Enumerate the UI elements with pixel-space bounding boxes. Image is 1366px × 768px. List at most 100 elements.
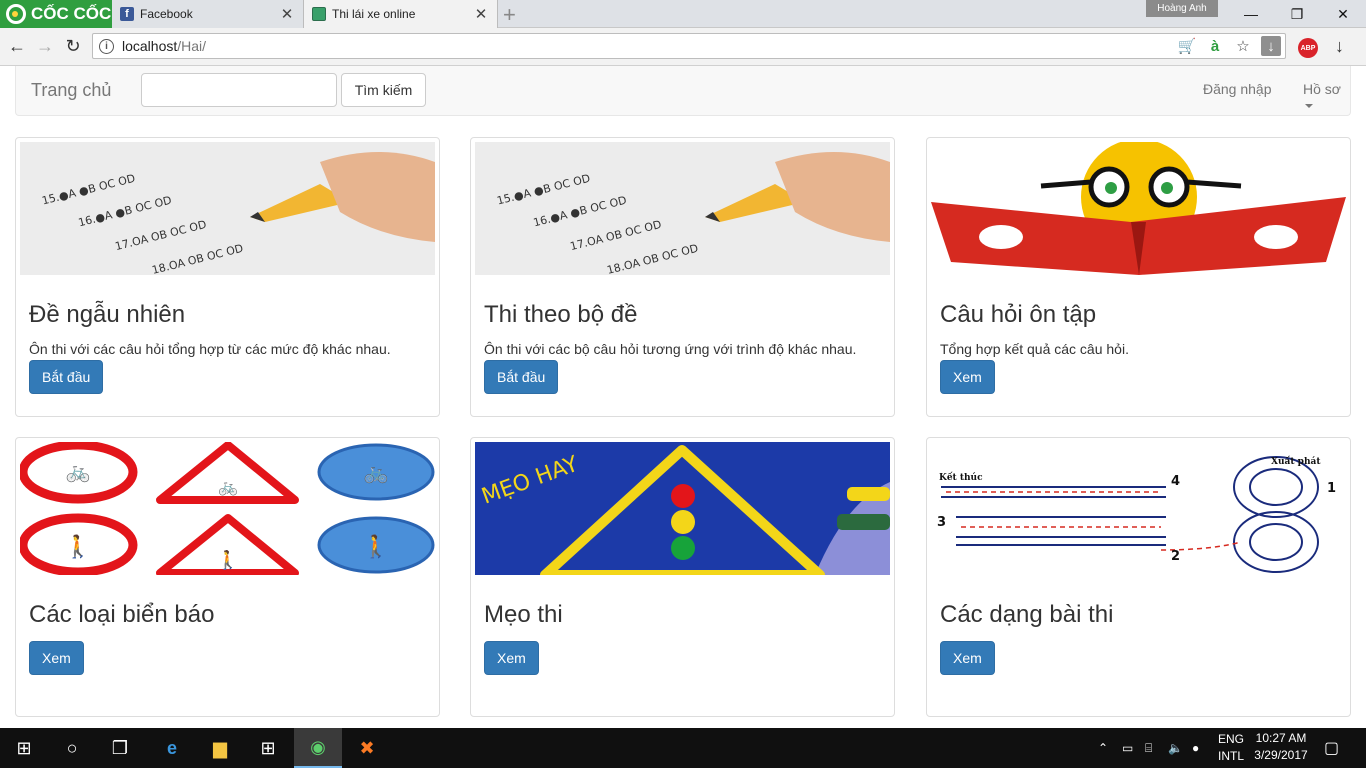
view-button[interactable]: Xem xyxy=(29,641,84,675)
card-title: Thi theo bộ đề xyxy=(484,301,638,328)
view-button[interactable]: Xem xyxy=(484,641,539,675)
card-title: Các dạng bài thi xyxy=(940,601,1114,628)
notifications-icon[interactable]: ▢ xyxy=(1324,728,1339,768)
card-traffic-signs: 🚲 🚲 🚲 🚶 🚶 🚶 Các loại biển báo Xem xyxy=(15,437,440,717)
tab-title: Facebook xyxy=(140,7,193,21)
svg-text:2: 2 xyxy=(1171,549,1180,564)
store-icon[interactable]: ⊞ xyxy=(244,728,292,768)
bookmark-star-icon[interactable]: ☆ xyxy=(1233,36,1253,56)
browser-brand-label: CỐC CỐC xyxy=(31,4,112,23)
downloads-icon[interactable]: ↓ xyxy=(1335,36,1344,57)
minimize-icon[interactable]: — xyxy=(1228,0,1274,28)
file-explorer-icon[interactable]: ▆ xyxy=(196,728,244,768)
edge-browser-icon[interactable]: e xyxy=(148,728,196,768)
profile-user-chip[interactable]: Hoàng Anh xyxy=(1146,0,1218,17)
profile-dropdown-label: Hồ sơ xyxy=(1303,81,1341,97)
system-clock[interactable]: 10:27 AM 3/29/2017 xyxy=(1248,730,1314,764)
exam-tips-image: MẸO HAY xyxy=(475,442,890,575)
card-description: Ôn thi với các bộ câu hỏi tương ứng với … xyxy=(484,341,857,357)
svg-text:4: 4 xyxy=(1171,474,1180,489)
card-title: Các loại biển báo xyxy=(29,601,215,628)
keyboard-layout: INTL xyxy=(1217,749,1244,763)
reload-icon[interactable]: ↻ xyxy=(62,35,84,57)
card-description: Tổng hợp kết quả các câu hỏi. xyxy=(940,341,1129,357)
adblock-plus-icon[interactable]: ABP xyxy=(1298,38,1318,58)
input-language[interactable]: ENG INTL xyxy=(1214,731,1248,765)
card-exam-sets: 15.●A ●B OC OD 16.●A ●B OC OD 17.OA OB O… xyxy=(470,137,895,417)
start-button[interactable]: Bắt đầu xyxy=(29,360,104,394)
tab-close-icon[interactable]: ✕ xyxy=(279,5,295,23)
clock-date: 3/29/2017 xyxy=(1254,748,1308,762)
cortana-search-icon[interactable]: ○ xyxy=(48,728,96,768)
weather-icon[interactable]: ● xyxy=(1192,728,1199,768)
xampp-icon[interactable]: ✖ xyxy=(343,728,391,768)
browser-tab-strip: CỐC CỐC f Facebook ✕ Thi lái xe online ✕… xyxy=(0,0,1366,28)
coccoc-browser-icon[interactable]: ◉ xyxy=(294,728,342,768)
volume-icon[interactable]: 🔈 xyxy=(1168,728,1183,768)
page-content: Trang chủ Tìm kiếm Đăng nhập Hồ sơ 15.●A… xyxy=(0,66,1366,728)
svg-text:🚲: 🚲 xyxy=(364,460,389,484)
card-title: Đề ngẫu nhiên xyxy=(29,301,186,328)
svg-text:🚲: 🚲 xyxy=(66,459,91,483)
card-title: Câu hỏi ôn tập xyxy=(940,301,1097,328)
url-host: localhost xyxy=(122,38,178,54)
back-arrow-icon[interactable]: ← xyxy=(6,35,28,57)
forward-arrow-icon[interactable]: → xyxy=(34,35,56,57)
clock-time: 10:27 AM xyxy=(1255,731,1307,745)
browser-toolbar: ← → ↻ i localhost/Hai/ 🛒 à ☆ ↓ ABP ↓ xyxy=(0,28,1366,66)
card-description: Ôn thi với các câu hỏi tổng hợp từ các m… xyxy=(29,341,391,357)
vietnamese-input-icon[interactable]: à xyxy=(1205,36,1225,56)
restore-icon[interactable]: ❐ xyxy=(1274,0,1320,28)
start-button[interactable]: Bắt đầu xyxy=(484,360,559,394)
task-view-icon[interactable]: ❐ xyxy=(96,728,144,768)
answer-sheet-image: 15.●A ●B OC OD 16.●A ●B OC OD 17.OA OB O… xyxy=(20,142,435,275)
search-input[interactable] xyxy=(141,73,337,107)
facebook-favicon-icon: f xyxy=(120,7,134,21)
window-close-icon[interactable]: ✕ xyxy=(1320,0,1366,28)
language-code: ENG xyxy=(1217,732,1244,746)
coccoc-logo-icon xyxy=(6,4,26,24)
battery-icon[interactable]: ▭ xyxy=(1122,728,1133,768)
driving-course-image: Kết thúc Xuất phát 1 2 3 4 xyxy=(931,442,1346,575)
tab-thi-lai-xe[interactable]: Thi lái xe online ✕ xyxy=(304,0,498,28)
caret-down-icon xyxy=(1305,104,1313,109)
login-link[interactable]: Đăng nhập xyxy=(1203,81,1272,97)
svg-text:3: 3 xyxy=(937,515,946,530)
card-review-questions: Câu hỏi ôn tập Tổng hợp kết quả các câu … xyxy=(926,137,1351,417)
site-favicon-icon xyxy=(312,7,326,21)
home-link[interactable]: Trang chủ xyxy=(31,80,111,101)
address-bar[interactable]: i localhost/Hai/ 🛒 à ☆ ↓ xyxy=(92,33,1286,59)
svg-text:🚶: 🚶 xyxy=(362,534,389,560)
url-path: /Hai/ xyxy=(177,38,207,54)
view-button[interactable]: Xem xyxy=(940,360,995,394)
show-hidden-icons-icon[interactable]: ⌃ xyxy=(1098,728,1108,768)
windows-start-icon[interactable]: ⊞ xyxy=(0,728,48,768)
svg-text:1: 1 xyxy=(1327,481,1336,496)
card-title: Mẹo thi xyxy=(484,601,563,628)
svg-text:🚶: 🚶 xyxy=(64,534,91,560)
tab-title: Thi lái xe online xyxy=(332,7,416,21)
view-button[interactable]: Xem xyxy=(940,641,995,675)
tab-facebook[interactable]: f Facebook ✕ xyxy=(112,0,304,28)
site-navbar: Trang chủ Tìm kiếm Đăng nhập Hồ sơ xyxy=(15,66,1351,116)
tab-close-icon[interactable]: ✕ xyxy=(473,5,489,23)
windows-taskbar: ⊞ ○ ❐ e ▆ ⊞ ◉ ✖ ⌃ ▭ ⌸ 🔈 ● ENG INTL 10:27… xyxy=(0,728,1366,768)
new-tab-icon[interactable]: + xyxy=(503,2,516,28)
svg-text:🚲: 🚲 xyxy=(218,477,238,496)
traffic-signs-image: 🚲 🚲 🚲 🚶 🚶 🚶 xyxy=(20,442,435,575)
browser-brand-button[interactable]: CỐC CỐC xyxy=(0,0,112,28)
card-random-exam: 15.●A ●B OC OD 16.●A ●B OC OD 17.OA OB O… xyxy=(15,137,440,417)
media-download-icon[interactable]: ↓ xyxy=(1261,36,1281,56)
answer-sheet-image: 15.●A ●B OC OD 16.●A ●B OC OD 17.OA OB O… xyxy=(475,142,890,275)
card-exam-tips: MẸO HAY Mẹo thi Xem xyxy=(470,437,895,717)
svg-text:Kết thúc: Kết thúc xyxy=(939,471,983,483)
network-icon[interactable]: ⌸ xyxy=(1145,728,1152,768)
card-exam-types: Kết thúc Xuất phát 1 2 3 4 Các dạng bài … xyxy=(926,437,1351,717)
search-button[interactable]: Tìm kiếm xyxy=(341,73,426,107)
shopping-cart-icon[interactable]: 🛒 xyxy=(1177,36,1197,56)
profile-dropdown[interactable]: Hồ sơ xyxy=(1303,81,1350,113)
svg-text:🚶: 🚶 xyxy=(217,549,239,571)
site-info-icon[interactable]: i xyxy=(99,38,114,54)
reading-smiley-image xyxy=(931,142,1346,275)
svg-text:Xuất phát: Xuất phát xyxy=(1271,455,1321,467)
